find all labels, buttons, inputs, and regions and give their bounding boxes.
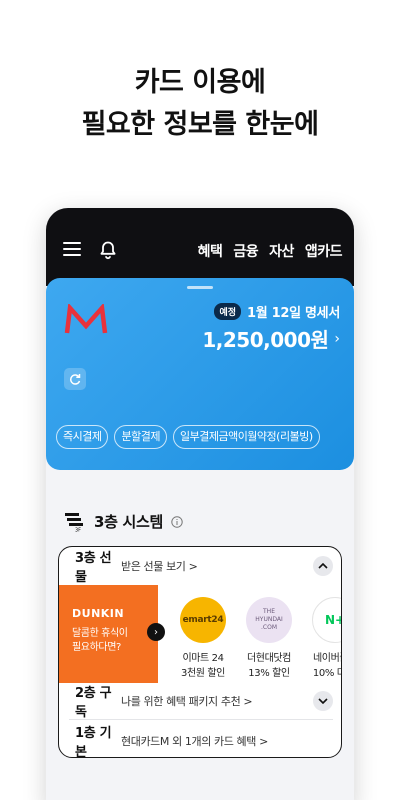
revolving-button[interactable]: 일부결제금액이월약정(리볼빙) [172, 425, 320, 449]
three-floor-logo-text: 3F [75, 527, 81, 532]
naver-plus-logo: N+ [312, 597, 341, 643]
floor-3-row[interactable]: 3층 선물 받은 선물 보기 > [59, 551, 341, 585]
emart24-logo-text: emart24 [182, 615, 224, 625]
statement-amount: 1,250,000원 [202, 328, 329, 352]
system-title: 3층 시스템 [94, 513, 164, 531]
brand-desc: 10% 더 적 [312, 668, 341, 679]
floor-2-row[interactable]: 2층 구독 나를 위한 혜택 패키지 추천 > [59, 686, 341, 720]
chevron-up-icon[interactable] [313, 556, 333, 576]
tab-benefits[interactable]: 혜택 [198, 241, 223, 261]
headline-line1: 카드 이용에 [134, 67, 266, 98]
divider [69, 719, 333, 720]
floor-1-row[interactable]: 1층 기본 현대카드M 외 1개의 카드 혜택 > [59, 726, 341, 757]
dunkin-promo-banner[interactable]: DUNKIN 달콤한 휴식이 필요하다면? [59, 585, 158, 683]
brand-emart24[interactable]: emart24 이마트 24 3천원 할인 [171, 597, 235, 679]
card-summary[interactable]: 예정 1월 12일 명세서 1,250,000원 › 즉시결제 분할결제 일부결… [46, 278, 354, 470]
brand-thehyundai[interactable]: THE HYUNDAI .COM 더현대닷컴 13% 할인 [237, 597, 301, 679]
floor-2-name: 2층 구독 [75, 686, 112, 720]
thehyundai-logo: THE HYUNDAI .COM [246, 597, 292, 643]
phone-mockup: 혜택 금융 자산 앱카드 예정 1월 12일 명세서 1,250,000원 › … [46, 208, 354, 800]
floor-1-name: 1층 기본 [75, 726, 112, 758]
bell-icon[interactable] [98, 240, 118, 260]
floor-2-link[interactable]: 나를 위한 혜택 패키지 추천 > [121, 693, 253, 709]
promo-brand: DUNKIN [72, 607, 125, 620]
floor-system-panel: 3층 선물 받은 선물 보기 > DUNKIN 달콤한 휴식이 필요하다면? ›… [58, 546, 342, 758]
brand-name: 이마트 24 [182, 653, 224, 664]
instant-pay-button[interactable]: 즉시결제 [56, 425, 109, 449]
brand-desc: 3천원 할인 [181, 668, 225, 679]
statement-label: 1월 12일 명세서 [247, 306, 340, 321]
info-icon[interactable] [171, 515, 183, 528]
promo-line1: 달콤한 휴식이 [72, 628, 128, 639]
naver-plus-logo-text: N+ [324, 613, 341, 627]
three-floor-logo-icon: 3F [65, 512, 83, 532]
promo-line2: 필요하다면? [72, 642, 121, 653]
headline-line2: 필요한 정보를 한눈에 [81, 109, 319, 140]
tab-assets[interactable]: 자산 [269, 241, 294, 261]
drag-handle[interactable] [187, 286, 213, 289]
floor-3-name: 3층 선물 [75, 551, 112, 585]
tab-finance[interactable]: 금융 [233, 241, 258, 261]
top-nav: 혜택 금융 자산 앱카드 [46, 208, 354, 286]
installment-pay-button[interactable]: 분할결제 [114, 425, 167, 449]
system-header: 3F 3층 시스템 [64, 511, 183, 532]
brand-name: 더현대닷컴 [246, 653, 291, 664]
promo-text: 달콤한 휴식이 필요하다면? [72, 627, 128, 655]
chevron-down-icon[interactable] [313, 691, 333, 711]
refresh-icon[interactable] [64, 368, 86, 390]
thehyundai-logo-text: THE HYUNDAI .COM [255, 608, 283, 631]
tab-appcard[interactable]: 앱카드 [305, 241, 343, 261]
chevron-right-icon: › [334, 330, 340, 347]
nav-tabs: 혜택 금융 자산 앱카드 [198, 241, 343, 261]
brand-naver-plus[interactable]: N+ 네이버플러 10% 더 적 [303, 597, 341, 679]
floor-3-link[interactable]: 받은 선물 보기 > [121, 558, 198, 574]
payment-actions: 즉시결제 분할결제 일부결제금액이월약정(리볼빙) [56, 425, 320, 449]
headline: 카드 이용에 필요한 정보를 한눈에 [0, 62, 400, 146]
brand-desc: 13% 할인 [248, 668, 290, 679]
floor-1-link[interactable]: 현대카드M 외 1개의 카드 혜택 > [121, 733, 268, 749]
emart24-logo: emart24 [180, 597, 226, 643]
menu-icon[interactable] [63, 242, 81, 256]
brand-name: 네이버플러 [312, 653, 341, 664]
statement-row[interactable]: 예정 1월 12일 명세서 [214, 302, 340, 321]
promo-arrow-icon[interactable]: › [147, 623, 165, 641]
amount-row[interactable]: 1,250,000원 › [202, 324, 340, 353]
hyundai-card-m-logo [64, 304, 108, 334]
scheduled-badge: 예정 [214, 303, 241, 320]
